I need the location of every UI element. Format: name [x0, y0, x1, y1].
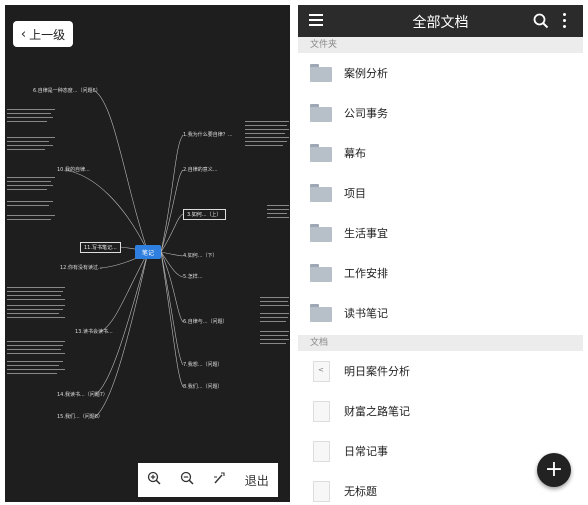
folder-row[interactable]: 项目 [298, 173, 583, 213]
folder-label: 读书笔记 [344, 307, 388, 320]
folder-icon [310, 224, 332, 242]
note-blocks [7, 109, 289, 374]
app-bar: 全部文档 [298, 5, 583, 37]
document-row[interactable]: 财富之路笔记 [298, 391, 583, 431]
document-label: 日常记事 [344, 445, 388, 458]
document-list-screen: 全部文档 文件夹 案例分析 公司事务 幕布 项目 生活事宜 工作安排 读书笔记 … [298, 5, 583, 502]
folder-label: 工作安排 [344, 267, 388, 280]
folder-row[interactable]: 读书笔记 [298, 293, 583, 333]
exit-button[interactable]: 退出 [245, 472, 269, 489]
add-button[interactable]: + [537, 453, 571, 487]
document-label: 财富之路笔记 [344, 405, 410, 418]
share-icon: < [318, 365, 324, 374]
search-icon[interactable] [532, 12, 550, 30]
document-icon: < [313, 360, 330, 382]
document-row[interactable]: < 明日案件分析 [298, 351, 583, 391]
folder-icon [310, 304, 332, 322]
folder-row[interactable]: 生活事宜 [298, 213, 583, 253]
document-label: 明日案件分析 [344, 365, 410, 378]
documents-section-header: 文档 [298, 335, 583, 351]
folder-icon [310, 184, 332, 202]
document-icon [313, 480, 330, 502]
folder-icon [310, 144, 332, 162]
folder-icon [310, 64, 332, 82]
folder-row[interactable]: 幕布 [298, 133, 583, 173]
more-icon[interactable] [560, 12, 568, 30]
add-icon: + [544, 457, 564, 482]
folder-row[interactable]: 公司事务 [298, 93, 583, 133]
folder-label: 项目 [344, 187, 366, 200]
mindmap-viewer: ‹ 上一级 笔记 6.自律是一种态度...（问题6） 10.我的自律... 11… [5, 5, 290, 502]
folder-icon [310, 264, 332, 282]
folders-section-header: 文件夹 [298, 37, 583, 53]
document-icon [313, 400, 330, 422]
document-label: 无标题 [344, 485, 377, 498]
folder-label: 生活事宜 [344, 227, 388, 240]
folder-row[interactable]: 工作安排 [298, 253, 583, 293]
folder-label: 公司事务 [344, 107, 388, 120]
folder-label: 案例分析 [344, 67, 388, 80]
fit-icon[interactable] [212, 471, 226, 489]
zoom-out-icon[interactable] [180, 471, 194, 489]
folder-icon [310, 104, 332, 122]
folder-label: 幕布 [344, 147, 366, 160]
zoom-in-icon[interactable] [147, 471, 161, 489]
document-icon [313, 440, 330, 462]
zoom-toolbar: 退出 [138, 463, 278, 497]
folder-row[interactable]: 案例分析 [298, 53, 583, 93]
